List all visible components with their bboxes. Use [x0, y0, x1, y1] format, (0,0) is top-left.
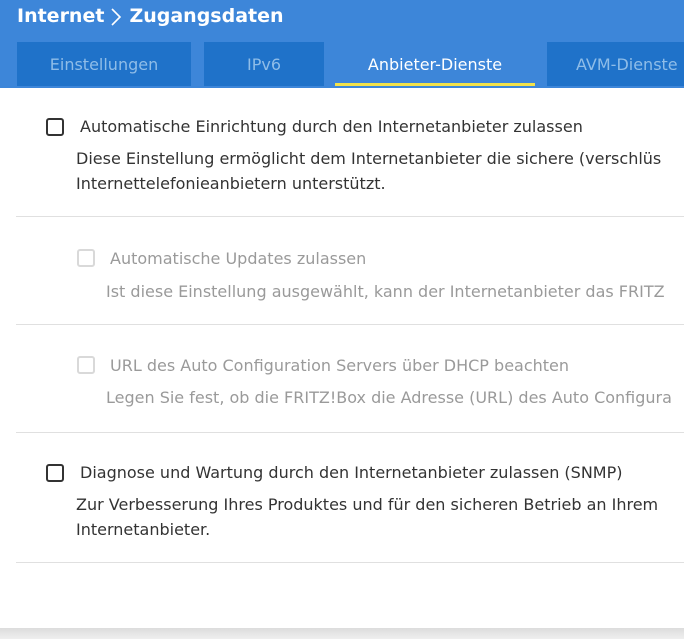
acs-url-dhcp-label[interactable]: URL des Auto Configuration Servers über … [110, 356, 569, 376]
auto-setup-checkbox[interactable] [46, 118, 64, 136]
snmp-label[interactable]: Diagnose und Wartung durch den Interneta… [80, 463, 623, 483]
acs-url-dhcp-checkbox[interactable] [77, 356, 95, 374]
divider [16, 432, 684, 433]
snmp-checkbox[interactable] [46, 464, 64, 482]
breadcrumb-parent[interactable]: Internet [17, 5, 104, 27]
snmp-description-line2: Internetanbieter. [76, 520, 211, 539]
page-bottom-edge [0, 628, 684, 639]
chevron-right-icon [110, 6, 124, 26]
auto-setup-description-line2: Internettelefonieanbietern unterstützt. [76, 174, 386, 193]
breadcrumb-current: Zugangsdaten [129, 5, 284, 27]
tab-einstellungen[interactable]: Einstellungen [17, 42, 191, 86]
tab-bar: Einstellungen IPv6 Anbieter-Dienste AVM-… [0, 42, 684, 88]
auto-setup-description-line1: Diese Einstellung ermöglicht dem Interne… [76, 149, 662, 168]
main-content: Automatische Einrichtung durch den Inter… [0, 88, 684, 628]
acs-url-dhcp-description: Legen Sie fest, ob die FRITZ!Box die Adr… [106, 388, 672, 407]
divider [16, 324, 684, 325]
snmp-description-line1: Zur Verbesserung Ihres Produktes und für… [76, 495, 659, 514]
tab-avm-dienste[interactable]: AVM-Dienste [547, 42, 684, 86]
tab-anbieter-dienste[interactable]: Anbieter-Dienste [335, 42, 535, 86]
auto-setup-label[interactable]: Automatische Einrichtung durch den Inter… [80, 117, 583, 137]
tab-ipv6[interactable]: IPv6 [204, 42, 324, 86]
page-header: Internet Zugangsdaten Einstellungen IPv6… [0, 0, 684, 88]
auto-updates-description: Ist diese Einstellung ausgewählt, kann d… [106, 282, 665, 301]
breadcrumb: Internet Zugangsdaten [17, 2, 284, 30]
auto-updates-label[interactable]: Automatische Updates zulassen [110, 249, 366, 269]
divider [16, 562, 684, 563]
auto-updates-checkbox[interactable] [77, 249, 95, 267]
divider [16, 216, 684, 217]
